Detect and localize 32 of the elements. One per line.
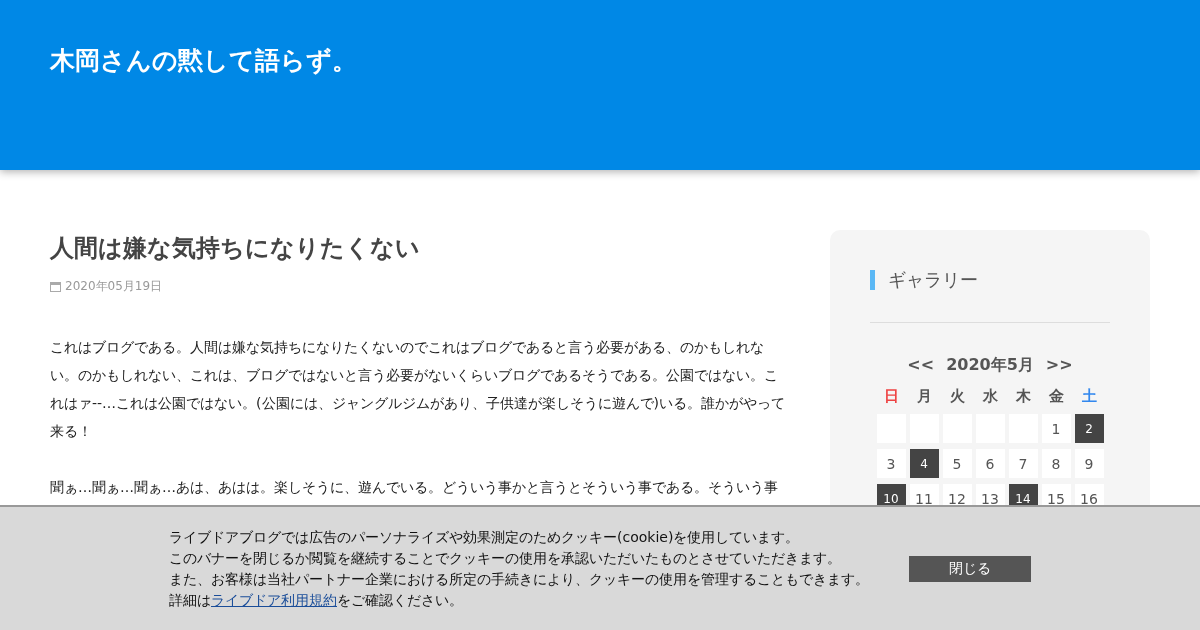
weekday-label: 火 — [948, 386, 966, 407]
day-cell: 9 — [1074, 449, 1104, 478]
sidebar-heading: ギャラリー — [870, 270, 978, 290]
weekday-label: 金 — [1047, 386, 1065, 407]
cookie-notice-line: このバナーを閉じるか閲覧を継続することでクッキーの使用を承認いただいたものとさせていただきます。 — [169, 548, 842, 568]
day-cell: 6 — [975, 449, 1005, 478]
article-paragraph: 聞ぁ…聞ぁ…聞ぁ…あは、あはは。楽しそうに、遊んでいる。どういう事かと言うとそういう事である。そういう事 — [50, 478, 779, 497]
day-cell: 8 — [1041, 449, 1071, 478]
weekday-label: 日 — [882, 386, 900, 407]
calendar-month: 2020年5月 — [946, 355, 1034, 376]
cookie-notice-line: ライブドアブログでは広告のパーソナライズや効果測定のためクッキー(cookie)を使用しています。 — [169, 527, 801, 547]
day-cell: 3 — [876, 449, 906, 478]
day-link[interactable]: 4 — [909, 449, 939, 478]
cookie-notice-line: また、お客様は当社パートナー企業における所定の手続きにより、クッキーの使用を管理することもできます。 — [169, 569, 869, 589]
day-cell: 1 — [1041, 414, 1071, 443]
article-title: 人間は嫌な気持ちになりたくない — [50, 233, 420, 264]
day-link[interactable]: 2 — [1074, 414, 1104, 443]
weekday-label: 水 — [981, 386, 999, 407]
close-button[interactable]: 閉じる — [909, 555, 1031, 582]
post-date: 2020年05月19日 — [65, 278, 163, 295]
weekday-label: 月 — [915, 386, 933, 407]
prev-month-link[interactable]: << — [907, 355, 935, 376]
weekday-label: 木 — [1014, 386, 1032, 407]
next-month-link[interactable]: >> — [1045, 355, 1073, 376]
terms-link[interactable]: ライブドア利用規約 — [211, 591, 337, 608]
calendar-icon — [50, 281, 61, 292]
article-paragraph: これはブログである。人間は嫌な気持ちになりたくないのでこれはブログであると言う必要がある、のかもしれない。のかもしれない、これは、ブログではないと言う必要がないくらいブログであるそうである。公園ではない。これはァ--…これは公園ではない。(公園には、ジャングルジムがあり、子供達が楽しそうに遊んで)いる。誰かがやって来る！ — [50, 338, 787, 441]
site-title[interactable]: 木岡さんの黙して語らず。 — [50, 44, 357, 77]
cookie-notice-line: 詳細はライブドア利用規約をご確認ください。 — [169, 590, 464, 610]
weekday-label: 土 — [1080, 386, 1098, 407]
day-cell: 7 — [1008, 449, 1038, 478]
day-cell: 5 — [942, 449, 972, 478]
